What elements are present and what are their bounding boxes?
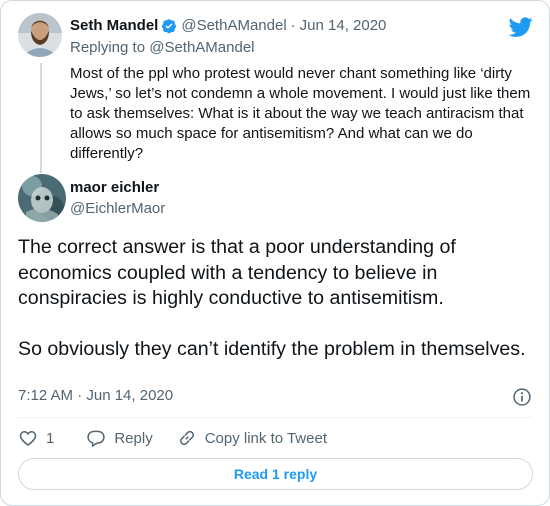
- tweet-text: The correct answer is that a poor unders…: [18, 236, 526, 360]
- like-count: 1: [46, 429, 55, 447]
- reply-bubble-icon: [87, 430, 106, 448]
- twitter-bird-icon[interactable]: [509, 15, 533, 39]
- copy-link-button[interactable]: Copy link to Tweet: [177, 428, 327, 448]
- copy-link-label: Copy link to Tweet: [204, 429, 327, 447]
- separator-dot: ·: [290, 17, 296, 34]
- info-icon[interactable]: [512, 387, 532, 407]
- heart-icon: [19, 430, 37, 447]
- parent-author-name[interactable]: Seth Mandel: [70, 17, 158, 34]
- like-button[interactable]: 1: [18, 428, 54, 448]
- reply-button[interactable]: Reply: [86, 428, 153, 448]
- thread-connector-line: [40, 63, 42, 173]
- replying-to-label[interactable]: Replying to @SethAMandel: [70, 39, 255, 56]
- parent-tweet-text: Most of the ppl who protest would never …: [70, 65, 531, 162]
- maor-eichler-avatar[interactable]: [18, 174, 66, 222]
- tweet-timestamp[interactable]: 7:12 AM · Jun 14, 2020: [18, 387, 173, 404]
- parent-tweet-date[interactable]: Jun 14, 2020: [300, 17, 387, 34]
- reply-author-name[interactable]: maor eichler: [70, 179, 159, 196]
- seth-mandel-avatar[interactable]: [18, 13, 62, 57]
- parent-author-row[interactable]: Seth Mandel @SethAMandel · Jun 14, 2020: [70, 17, 386, 34]
- link-icon: [179, 430, 194, 446]
- reply-author-handle[interactable]: @EichlerMaor: [70, 200, 165, 217]
- read-replies-button[interactable]: Read 1 reply: [18, 458, 533, 490]
- verified-badge-icon: [162, 18, 177, 33]
- divider: [18, 417, 533, 418]
- tweet-embed-card: Seth Mandel @SethAMandel · Jun 14, 2020 …: [0, 0, 550, 506]
- reply-label: Reply: [114, 429, 153, 447]
- action-bar: 1 Reply Copy link to Tweet: [18, 427, 327, 449]
- parent-author-handle[interactable]: @SethAMandel: [181, 17, 286, 34]
